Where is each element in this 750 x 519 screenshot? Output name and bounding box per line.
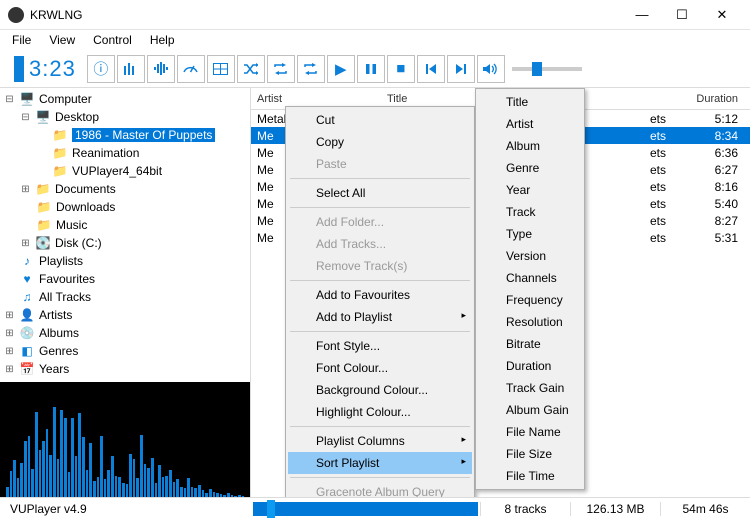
status-size: 126.13 MB <box>570 502 660 516</box>
sort-file-time[interactable]: File Time <box>478 465 582 487</box>
equalizer-icon[interactable] <box>117 55 145 83</box>
sort-bitrate[interactable]: Bitrate <box>478 333 582 355</box>
tree-genres[interactable]: ⊞◧Genres <box>4 342 246 360</box>
vu-icon[interactable] <box>177 55 205 83</box>
sort-album-gain[interactable]: Album Gain <box>478 399 582 421</box>
maximize-button[interactable]: ☐ <box>662 1 702 29</box>
ctx-add-to-favourites[interactable]: Add to Favourites <box>288 284 472 306</box>
sort-submenu: TitleArtistAlbumGenreYearTrackTypeVersio… <box>475 88 585 490</box>
tree-album-selected[interactable]: 📁1986 - Master Of Puppets <box>4 126 246 144</box>
tree-music[interactable]: 📁Music <box>4 216 246 234</box>
ctx-select-all[interactable]: Select All <box>288 182 472 204</box>
toolbar: 3:23 ⓘ ▶ ■ <box>0 50 750 88</box>
tree-alltracks[interactable]: ♫All Tracks <box>4 288 246 306</box>
tree-artists[interactable]: ⊞👤Artists <box>4 306 246 324</box>
menu-help[interactable]: Help <box>142 31 183 49</box>
ctx-background-colour-[interactable]: Background Colour... <box>288 379 472 401</box>
sort-year[interactable]: Year <box>478 179 582 201</box>
sort-file-size[interactable]: File Size <box>478 443 582 465</box>
menu-control[interactable]: Control <box>85 31 140 49</box>
ctx-copy[interactable]: Copy <box>288 131 472 153</box>
stop-button[interactable]: ■ <box>387 55 415 83</box>
pause-button[interactable] <box>357 55 385 83</box>
sort-version[interactable]: Version <box>478 245 582 267</box>
tree-playlists[interactable]: ♪Playlists <box>4 252 246 270</box>
sort-title[interactable]: Title <box>478 91 582 113</box>
prev-button[interactable] <box>417 55 445 83</box>
ctx-gracenote-album-query: Gracenote Album Query <box>288 481 472 497</box>
ctx-cut[interactable]: Cut <box>288 109 472 131</box>
context-menu: CutCopyPaste Select All Add Folder...Add T… <box>285 106 475 497</box>
tree-albums[interactable]: ⊞💿Albums <box>4 324 246 342</box>
playlist-panel: Artist Title Album Duration MetallicaBat… <box>251 88 750 497</box>
titlebar: KRWLNG — ☐ ✕ <box>0 0 750 30</box>
sort-file-name[interactable]: File Name <box>478 421 582 443</box>
ctx-remove-track-s-: Remove Track(s) <box>288 255 472 277</box>
elapsed-time[interactable]: 3:23 <box>29 56 76 82</box>
time-indicator-icon <box>14 56 24 82</box>
menu-view[interactable]: View <box>41 31 83 49</box>
status-tracks: 8 tracks <box>480 502 570 516</box>
sort-album[interactable]: Album <box>478 135 582 157</box>
sort-type[interactable]: Type <box>478 223 582 245</box>
next-button[interactable] <box>447 55 475 83</box>
sort-artist[interactable]: Artist <box>478 113 582 135</box>
seek-bar[interactable] <box>253 502 478 516</box>
info-button[interactable]: ⓘ <box>87 55 115 83</box>
app-icon <box>8 7 24 23</box>
ctx-playlist-columns[interactable]: Playlist Columns <box>288 430 472 452</box>
sort-track[interactable]: Track <box>478 201 582 223</box>
ctx-add-tracks-: Add Tracks... <box>288 233 472 255</box>
tree-reanimation[interactable]: 📁Reanimation <box>4 144 246 162</box>
sidebar: ⊟🖥️Computer ⊟🖥️Desktop 📁1986 - Master Of… <box>0 88 251 497</box>
menubar: File View Control Help <box>0 30 750 50</box>
tree-disk[interactable]: ⊞💽Disk (C:) <box>4 234 246 252</box>
sort-resolution[interactable]: Resolution <box>478 311 582 333</box>
status-time: 54m 46s <box>660 502 750 516</box>
close-button[interactable]: ✕ <box>702 1 742 29</box>
tree-vuplayer[interactable]: 📁VUPlayer4_64bit <box>4 162 246 180</box>
visualizer <box>0 382 250 497</box>
status-version: VUPlayer v4.9 <box>0 502 251 516</box>
repeat-one-button[interactable] <box>297 55 325 83</box>
tree-downloads[interactable]: 📁Downloads <box>4 198 246 216</box>
sort-duration[interactable]: Duration <box>478 355 582 377</box>
sort-frequency[interactable]: Frequency <box>478 289 582 311</box>
window-title: KRWLNG <box>30 8 622 22</box>
volume-slider[interactable] <box>512 67 582 71</box>
ctx-highlight-colour-[interactable]: Highlight Colour... <box>288 401 472 423</box>
col-duration[interactable]: Duration <box>670 93 750 105</box>
shuffle-button[interactable] <box>237 55 265 83</box>
ctx-add-folder-: Add Folder... <box>288 211 472 233</box>
repeat-button[interactable] <box>267 55 295 83</box>
tree-computer[interactable]: ⊟🖥️Computer <box>4 90 246 108</box>
volume-button[interactable] <box>477 55 505 83</box>
sort-track-gain[interactable]: Track Gain <box>478 377 582 399</box>
ctx-add-to-playlist[interactable]: Add to Playlist <box>288 306 472 328</box>
tree-desktop[interactable]: ⊟🖥️Desktop <box>4 108 246 126</box>
col-artist[interactable]: Artist <box>251 93 381 105</box>
ctx-paste: Paste <box>288 153 472 175</box>
oscilloscope-icon[interactable] <box>207 55 235 83</box>
tree-favourites[interactable]: ♥Favourites <box>4 270 246 288</box>
ctx-font-style-[interactable]: Font Style... <box>288 335 472 357</box>
sort-channels[interactable]: Channels <box>478 267 582 289</box>
ctx-font-colour-[interactable]: Font Colour... <box>288 357 472 379</box>
play-button[interactable]: ▶ <box>327 55 355 83</box>
spectrum-icon[interactable] <box>147 55 175 83</box>
ctx-sort-playlist[interactable]: Sort Playlist <box>288 452 472 474</box>
menu-file[interactable]: File <box>4 31 39 49</box>
statusbar: VUPlayer v4.9 8 tracks 126.13 MB 54m 46s <box>0 497 750 519</box>
minimize-button[interactable]: — <box>622 1 662 29</box>
tree-documents[interactable]: ⊞📁Documents <box>4 180 246 198</box>
sort-genre[interactable]: Genre <box>478 157 582 179</box>
tree-years[interactable]: ⊞📅Years <box>4 360 246 378</box>
